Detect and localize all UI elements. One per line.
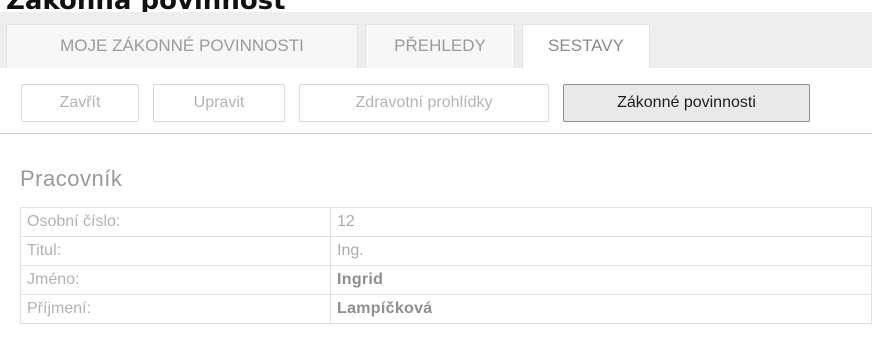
- health-checkups-button[interactable]: Zdravotní prohlídky: [299, 84, 549, 122]
- employee-number-label: Osobní číslo:: [20, 207, 331, 237]
- section-heading-employee: Pracovník: [20, 166, 123, 191]
- tab-moje-zakonne-povinnosti[interactable]: MOJE ZÁKONNÉ POVINNOSTI: [6, 24, 358, 68]
- last-name-label: Příjmení:: [20, 294, 331, 324]
- employee-number-value: 12: [330, 207, 872, 237]
- app-window: Zákonná povinnost MOJE ZÁKONNÉ POVINNOST…: [0, 0, 872, 352]
- edit-button[interactable]: Upravit: [153, 84, 285, 122]
- title-label: Titul:: [20, 236, 331, 266]
- legal-obligations-button[interactable]: Zákonné povinnosti: [563, 84, 810, 122]
- table-row: Příjmení: Lampíčková: [20, 294, 872, 324]
- table-row: Osobní číslo: 12: [20, 207, 872, 237]
- tab-bar: MOJE ZÁKONNÉ POVINNOSTI PŘEHLEDY SESTAVY: [0, 12, 872, 68]
- tab-sestavy[interactable]: SESTAVY: [522, 24, 650, 68]
- table-row: Titul: Ing.: [20, 236, 872, 266]
- first-name-value: Ingrid: [330, 265, 872, 295]
- close-button[interactable]: Zavřít: [21, 84, 139, 122]
- first-name-label: Jméno:: [20, 265, 331, 295]
- table-row: Jméno: Ingrid: [20, 265, 872, 295]
- tab-prehledy[interactable]: PŘEHLEDY: [365, 24, 515, 68]
- employee-info-table: Osobní číslo: 12 Titul: Ing. Jméno: Ingr…: [20, 207, 872, 324]
- last-name-value: Lampíčková: [330, 294, 872, 324]
- action-toolbar: Zavřít Upravit Zdravotní prohlídky Zákon…: [0, 68, 872, 134]
- title-value: Ing.: [330, 236, 872, 266]
